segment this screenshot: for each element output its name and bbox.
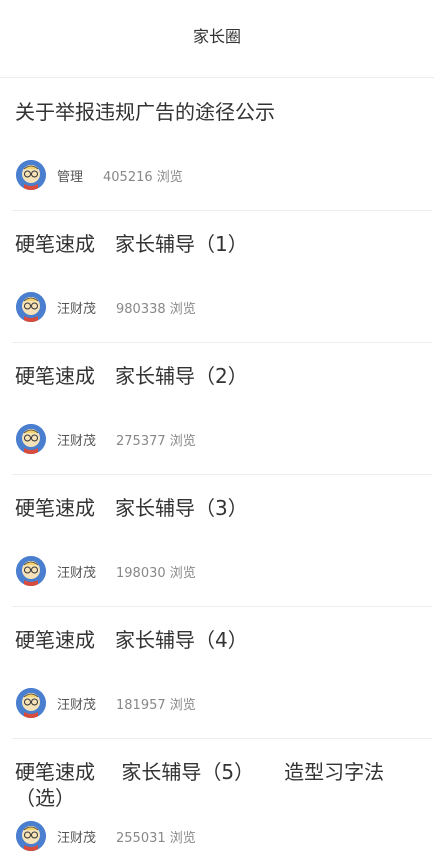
page-title: 家长圈 (192, 26, 241, 46)
post-meta: 汪财茂 255031 浏览 (16, 821, 196, 851)
post-item[interactable]: 硬笔速成 家长辅导（4） 汪财茂 181957 浏览 (12, 607, 432, 739)
author-name[interactable]: 管理 (57, 166, 83, 185)
view-count: 181957 浏览 (116, 697, 196, 713)
post-item[interactable]: 硬笔速成 家长辅导（5） 造型习字法（选） 汪财茂 255031 浏览 (12, 739, 432, 851)
view-count: 405216 浏览 (103, 169, 183, 185)
post-item[interactable]: 关于举报违规广告的途径公示 管理 405216 浏览 (12, 79, 432, 211)
author-name[interactable]: 汪财茂 (57, 827, 96, 846)
post-item[interactable]: 硬笔速成 家长辅导（1） 汪财茂 980338 浏览 (12, 211, 432, 343)
top-bar: 家长圈 (0, 0, 434, 78)
author-avatar[interactable] (16, 160, 46, 190)
author-avatar[interactable] (16, 821, 46, 851)
post-title[interactable]: 硬笔速成 家长辅导（5） 造型习字法（选） (15, 759, 430, 811)
author-name[interactable]: 汪财茂 (57, 298, 96, 317)
author-avatar[interactable] (16, 688, 46, 718)
view-count: 198030 浏览 (116, 565, 196, 581)
post-title[interactable]: 硬笔速成 家长辅导（1） (15, 231, 430, 257)
post-meta: 汪财茂 275377 浏览 (16, 424, 196, 454)
post-meta: 管理 405216 浏览 (16, 160, 183, 190)
post-meta: 汪财茂 980338 浏览 (16, 292, 196, 322)
post-title[interactable]: 关于举报违规广告的途径公示 (15, 99, 430, 125)
post-meta: 汪财茂 181957 浏览 (16, 688, 196, 718)
author-name[interactable]: 汪财茂 (57, 430, 96, 449)
post-item[interactable]: 硬笔速成 家长辅导（2） 汪财茂 275377 浏览 (12, 343, 432, 475)
author-avatar[interactable] (16, 424, 46, 454)
view-count: 980338 浏览 (116, 301, 196, 317)
post-meta: 汪财茂 198030 浏览 (16, 556, 196, 586)
post-title[interactable]: 硬笔速成 家长辅导（3） (15, 495, 430, 521)
post-title[interactable]: 硬笔速成 家长辅导（2） (15, 363, 430, 389)
post-item[interactable]: 硬笔速成 家长辅导（3） 汪财茂 198030 浏览 (12, 475, 432, 607)
view-count: 275377 浏览 (116, 433, 196, 449)
view-count: 255031 浏览 (116, 830, 196, 846)
author-name[interactable]: 汪财茂 (57, 694, 96, 713)
author-name[interactable]: 汪财茂 (57, 562, 96, 581)
author-avatar[interactable] (16, 556, 46, 586)
author-avatar[interactable] (16, 292, 46, 322)
post-title[interactable]: 硬笔速成 家长辅导（4） (15, 627, 430, 653)
